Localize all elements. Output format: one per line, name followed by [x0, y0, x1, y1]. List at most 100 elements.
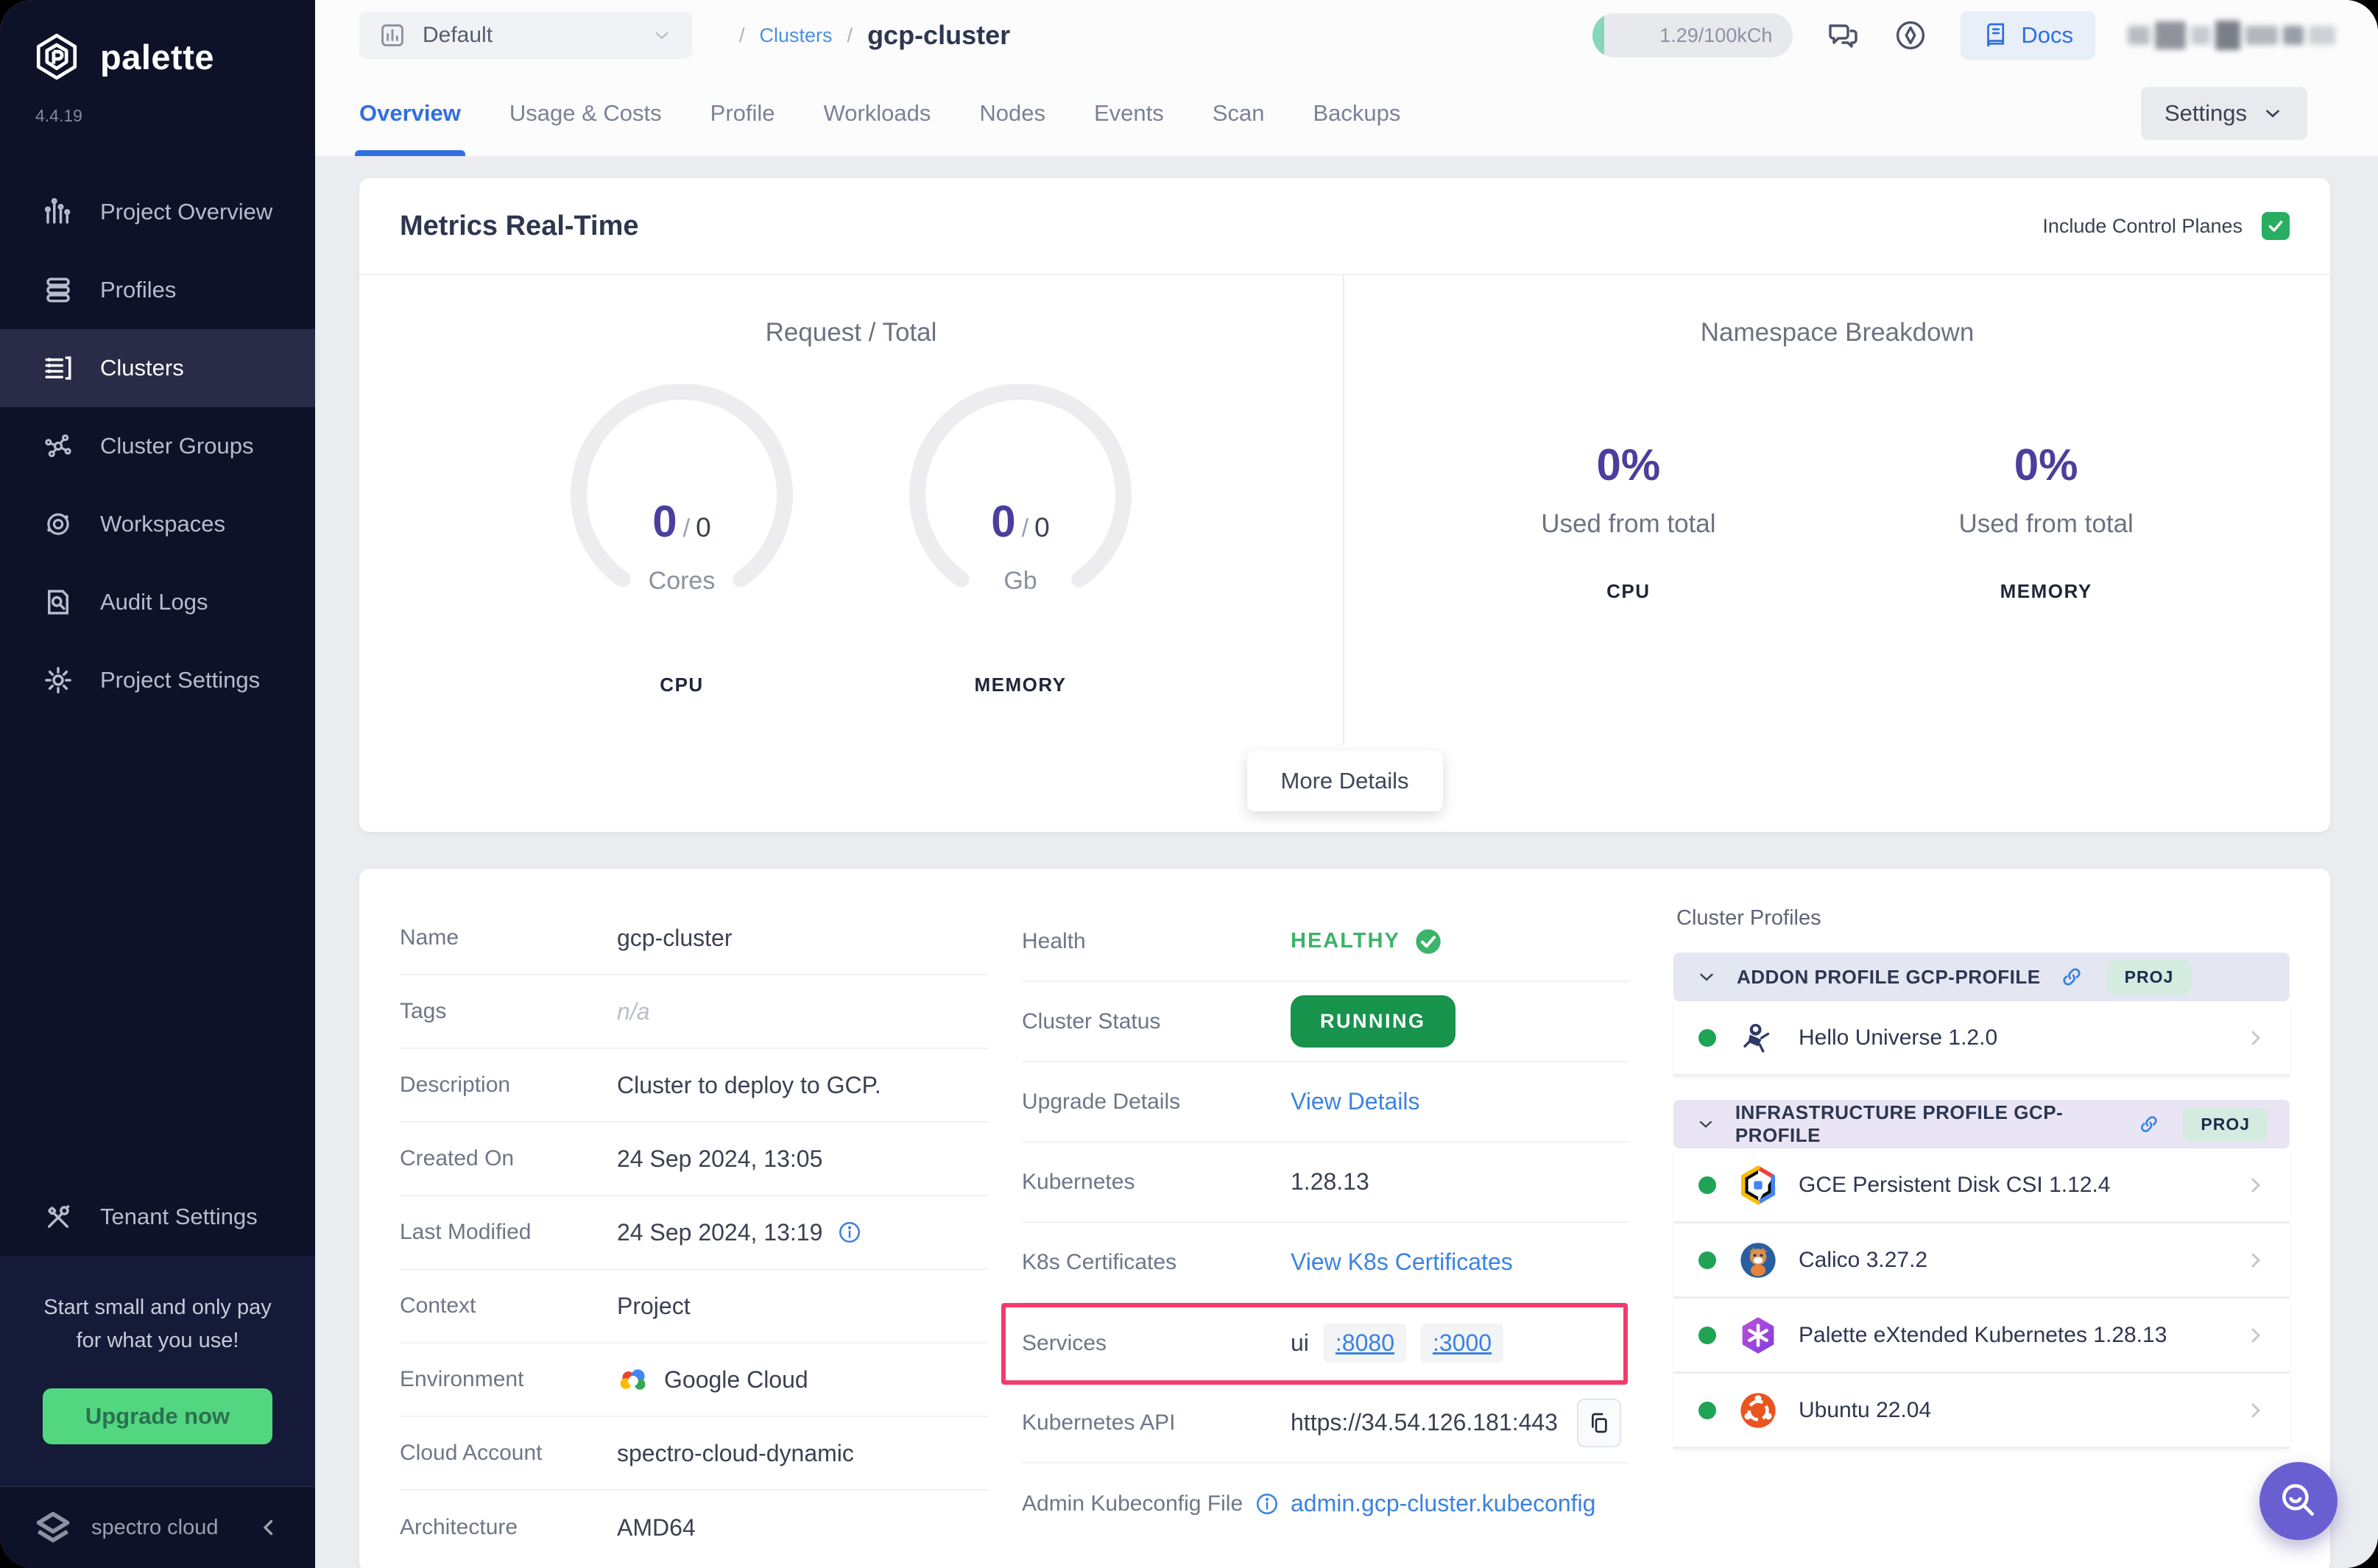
created-on-row: Created On 24 Sep 2024, 13:05: [400, 1123, 989, 1196]
details-left-column: Name gcp-cluster Tags n/a Description Cl…: [400, 902, 1022, 1568]
sidebar-item-project-overview[interactable]: Project Overview: [0, 173, 315, 251]
cpu-caption: Used from total: [1541, 509, 1716, 538]
gce-disk-icon: [1740, 1165, 1776, 1204]
kubeconfig-download-link[interactable]: admin.gcp-cluster.kubeconfig: [1291, 1490, 1595, 1517]
settings-button[interactable]: Settings: [2140, 87, 2307, 140]
memory-percent: 0%: [2014, 440, 2078, 490]
user-menu[interactable]: [2128, 21, 2335, 50]
search-fab[interactable]: [2259, 1462, 2338, 1540]
metrics-title: Metrics Real-Time: [400, 210, 639, 241]
gauges: 0/0 Cores CPU 0/0 Gb MEMORY: [557, 384, 1146, 701]
sidebar-item-clusters[interactable]: Clusters: [0, 329, 315, 407]
profile-item-name: GCE Persistent Disk CSI 1.12.4: [1799, 1172, 2111, 1197]
namespace-stats: 0% Used from total CPU 0% Used from tota…: [1541, 439, 2134, 603]
brand-name: palette: [100, 37, 214, 77]
sidebar-item-audit-logs[interactable]: Audit Logs: [0, 563, 315, 641]
more-details-button[interactable]: More Details: [1246, 751, 1443, 811]
services-value: ui :8080 :3000: [1291, 1324, 1504, 1363]
profile-item-calico[interactable]: Calico 3.27.2: [1673, 1223, 2290, 1299]
service-port-link-8080[interactable]: :8080: [1323, 1324, 1406, 1363]
docs-button[interactable]: Docs: [1961, 11, 2095, 60]
chat-icon[interactable]: [1825, 18, 1860, 53]
sidebar-item-profiles[interactable]: Profiles: [0, 251, 315, 329]
usage-quota-value: 1.29/100kCh: [1659, 24, 1773, 46]
service-port-link-3000[interactable]: :3000: [1420, 1324, 1504, 1363]
chevron-down-icon: [655, 32, 668, 40]
tab-workloads[interactable]: Workloads: [824, 71, 931, 156]
sidebar-item-cluster-groups[interactable]: Cluster Groups: [0, 407, 315, 485]
view-k8s-certificates-link[interactable]: View K8s Certificates: [1291, 1249, 1513, 1276]
ubuntu-icon: [1740, 1392, 1776, 1428]
last-modified-value: 24 Sep 2024, 13:19: [617, 1219, 862, 1246]
info-icon[interactable]: [837, 1220, 862, 1245]
kubernetes-version-value: 1.28.13: [1291, 1168, 1369, 1195]
brand-logo: palette: [0, 0, 315, 81]
sidebar-item-tenant-settings[interactable]: Tenant Settings: [0, 1178, 315, 1256]
include-control-planes-label: Include Control Planes: [2042, 214, 2243, 237]
breadcrumb-clusters-link[interactable]: Clusters: [760, 24, 833, 47]
compass-icon[interactable]: [1893, 18, 1928, 53]
cluster-profiles-heading: Cluster Profiles: [1676, 906, 1821, 930]
tab-usage-costs[interactable]: Usage & Costs: [509, 71, 662, 156]
metrics-body: Request / Total 0/0 Cores CPU 0 / 0 Gb M…: [359, 275, 2330, 745]
details-middle-column: Health HEALTHY Cluster Status RUNNING Up…: [1001, 902, 1644, 1568]
context-row: Context Project: [400, 1270, 989, 1343]
cluster-tabs-bar: Overview Usage & Costs Profile Workloads…: [315, 71, 2378, 156]
palette-logo-icon: [36, 33, 77, 80]
breadcrumb: / Clusters / gcp-cluster: [739, 20, 1010, 51]
tab-events[interactable]: Events: [1094, 71, 1164, 156]
infrastructure-profile-header[interactable]: INFRASTRUCTURE PROFILE GCP-PROFILE PROJ: [1673, 1100, 2290, 1148]
profile-item-ubuntu[interactable]: Ubuntu 22.04: [1673, 1374, 2290, 1449]
collapse-sidebar-icon[interactable]: [256, 1515, 281, 1540]
addon-profile-header[interactable]: ADDON PROFILE GCP-PROFILE PROJ: [1673, 953, 2290, 1001]
scope-badge: PROJ: [2183, 1106, 2268, 1142]
upgrade-now-button[interactable]: Upgrade now: [42, 1388, 273, 1444]
profile-item-name: Palette eXtended Kubernetes 1.28.13: [1799, 1322, 2167, 1347]
addon-profile-title: ADDON PROFILE GCP-PROFILE: [1737, 965, 2041, 988]
profile-item-hello-universe[interactable]: Hello Universe 1.2.0: [1673, 1001, 2290, 1076]
chevron-down-icon: [1699, 1120, 1712, 1129]
info-icon[interactable]: [1255, 1491, 1280, 1516]
tab-scan[interactable]: Scan: [1213, 71, 1265, 156]
sidebar-item-label: Tenant Settings: [100, 1204, 258, 1230]
kubernetes-api-row: Kubernetes API https://34.54.126.181:443: [1022, 1383, 1629, 1463]
cluster-profiles-column: Cluster Profiles ADDON PROFILE GCP-PROFI…: [1644, 902, 2290, 1568]
tab-overview[interactable]: Overview: [355, 71, 465, 156]
google-cloud-icon: [620, 1369, 646, 1390]
calico-icon: [1740, 1242, 1776, 1278]
last-modified-row: Last Modified 24 Sep 2024, 13:19: [400, 1196, 989, 1270]
description-value: Cluster to deploy to GCP.: [617, 1071, 881, 1098]
view-details-link[interactable]: View Details: [1291, 1088, 1419, 1115]
tab-backups[interactable]: Backups: [1313, 71, 1400, 156]
kubernetes-api-value: https://34.54.126.181:443: [1291, 1398, 1621, 1447]
sidebar-item-workspaces[interactable]: Workspaces: [0, 485, 315, 563]
cluster-name-value: gcp-cluster: [617, 924, 733, 951]
cpu-percent: 0%: [1596, 440, 1661, 490]
cpu-gauge-label: CPU: [660, 674, 704, 696]
tab-profile[interactable]: Profile: [710, 71, 775, 156]
book-icon: [1987, 23, 2005, 47]
topbar-actions: 1.29/100kCh Docs: [1592, 11, 2335, 60]
include-control-planes-checkbox[interactable]: [2262, 212, 2290, 240]
architecture-row: Architecture AMD64: [400, 1514, 696, 1541]
status-dot: [1698, 1028, 1716, 1047]
architecture-value: AMD64: [617, 1514, 696, 1541]
network-icon: [45, 434, 71, 458]
tab-nodes[interactable]: Nodes: [979, 71, 1045, 156]
profile-item-gce-disk[interactable]: GCE Persistent Disk CSI 1.12.4: [1673, 1148, 2290, 1223]
project-selector[interactable]: Default: [359, 12, 692, 59]
topbar: Default / Clusters / gcp-cluster 1.29/10…: [315, 0, 2378, 71]
profile-item-name: Calico 3.27.2: [1799, 1247, 1928, 1272]
profile-item-pxk[interactable]: Palette eXtended Kubernetes 1.28.13: [1673, 1299, 2290, 1374]
sidebar-item-label: Profiles: [100, 277, 177, 303]
cluster-tabs: Overview Usage & Costs Profile Workloads…: [355, 71, 1400, 156]
cloud-account-row: Cloud Account spectro-cloud-dynamic: [400, 1417, 989, 1491]
copy-api-button[interactable]: [1576, 1398, 1621, 1447]
sidebar-footer: spectro cloud: [0, 1486, 315, 1568]
docs-button-label: Docs: [2021, 22, 2073, 48]
cluster-status-row: Cluster Status RUNNING: [1022, 982, 1629, 1062]
request-total-title: Request / Total: [765, 318, 937, 347]
profile-item-name: Hello Universe 1.2.0: [1799, 1025, 1998, 1050]
status-dot: [1698, 1251, 1716, 1269]
sidebar-item-project-settings[interactable]: Project Settings: [0, 641, 315, 719]
